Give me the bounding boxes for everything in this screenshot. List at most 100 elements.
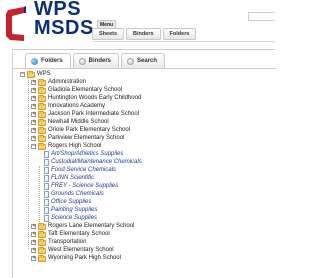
binder-icon <box>44 175 49 182</box>
folder-icon <box>38 86 46 94</box>
tree-folder-label: Gladiola Elementary School <box>48 87 123 93</box>
binder-item[interactable]: Office Supplies <box>44 199 91 206</box>
binders-tab-icon <box>78 57 86 65</box>
tree-folder-label: Taft Elementary School <box>48 231 110 237</box>
header-divider <box>92 41 275 42</box>
folder-icon <box>38 126 46 134</box>
binder-item-label: Custodial/Maintenance Chemicals <box>51 159 142 165</box>
panel-tab-folders[interactable]: Folders <box>25 53 71 69</box>
expand-icon[interactable]: + <box>31 128 36 133</box>
folder-icon <box>38 110 46 118</box>
binder-icon <box>44 207 49 214</box>
header-search-input[interactable] <box>248 12 275 21</box>
tree-folder-label: Newhall Middle School <box>48 119 109 125</box>
tree-root-label: WPS <box>37 71 51 77</box>
tab-binders[interactable]: Binders <box>126 28 161 40</box>
tree-folder[interactable]: + Transportation <box>31 238 87 246</box>
panel-tab-binders[interactable]: Binders <box>72 53 120 69</box>
tree-guide-line-rogers <box>39 166 40 230</box>
collapse-icon[interactable]: − <box>31 144 36 149</box>
tree-folder-label: Transportation <box>48 239 87 245</box>
binder-item-label: FREY - Science Supplies <box>51 183 119 189</box>
expand-icon[interactable]: + <box>31 120 36 125</box>
binder-item[interactable]: Grounds Chemicals <box>44 191 104 198</box>
binder-item[interactable]: Science Supplies <box>44 215 97 222</box>
binder-item[interactable]: Custodial/Maintenance Chemicals <box>44 159 142 166</box>
expand-icon[interactable]: + <box>31 240 36 245</box>
folder-open-icon <box>38 142 46 150</box>
tree-folder-label: Administration <box>48 79 87 85</box>
binder-item[interactable]: FLINN Scientific <box>44 175 94 182</box>
expand-icon[interactable]: + <box>31 232 36 237</box>
binder-item[interactable]: Art/Shop/Athletics Supplies <box>44 151 123 158</box>
binder-item[interactable]: FREY - Science Supplies <box>44 183 118 190</box>
panel-tab-folders-label: Folders <box>41 58 63 64</box>
tree-folder-rogers-high[interactable]: − Rogers High School <box>31 142 102 150</box>
folder-icon <box>38 222 46 230</box>
tree-folder[interactable]: + Oriole Park Elementary School <box>31 126 131 134</box>
panel-tabs-divider <box>13 68 276 69</box>
tree-folder[interactable]: + Parkview Elementary School <box>31 134 125 142</box>
tree-folder[interactable]: + Huntington Woods Early Childhood <box>31 94 142 102</box>
tree-folder-label: Oriole Park Elementary School <box>48 127 131 133</box>
panel-tab-binders-label: Binders <box>88 58 112 64</box>
folder-icon <box>38 78 46 86</box>
binder-icon <box>44 215 49 222</box>
binder-item-label: FLINN Scientific <box>51 175 95 181</box>
expand-icon[interactable]: + <box>31 104 36 109</box>
binder-item-label: Science Supplies <box>51 215 98 221</box>
binder-item-label: Art/Shop/Athletics Supplies <box>51 151 124 157</box>
binder-icon <box>44 167 49 174</box>
binder-icon <box>44 151 49 158</box>
expand-icon[interactable]: + <box>31 112 36 117</box>
tree-folder-label: Huntington Woods Early Childhood <box>48 95 142 101</box>
logo-line-2: MSDS <box>34 17 94 39</box>
binder-item-label: Food Service Chemicals <box>51 167 117 173</box>
folder-icon <box>38 118 46 126</box>
tree-folder[interactable]: + Taft Elementary School <box>31 230 110 238</box>
folder-icon <box>38 238 46 246</box>
expand-icon[interactable]: + <box>31 96 36 101</box>
binder-item-label: Office Supplies <box>51 199 92 205</box>
tree-folder[interactable]: + Administration <box>31 78 87 86</box>
tree-folder-label: Wyoming Park High School <box>48 255 121 261</box>
folder-open-icon <box>27 70 35 78</box>
binder-icon <box>44 199 49 206</box>
tree-folder[interactable]: + Jackson Park Intermediate School <box>31 110 140 118</box>
expand-icon[interactable]: + <box>31 88 36 93</box>
search-tab-icon <box>127 57 135 65</box>
folders-tab-icon <box>31 57 38 65</box>
panel-tab-search-label: Search <box>137 58 158 64</box>
tree-folder-label: Jackson Park Intermediate School <box>48 111 140 117</box>
binder-icon <box>44 191 49 198</box>
folder-icon <box>38 230 46 238</box>
tree-folder[interactable]: + Rogers Lane Elementary School <box>31 222 135 230</box>
tree-folder-label: Parkview Elementary School <box>48 135 125 141</box>
collapse-icon[interactable]: − <box>20 72 25 77</box>
expand-icon[interactable]: + <box>31 136 36 141</box>
panel-tabs: Folders Binders Search <box>25 53 166 69</box>
expand-icon[interactable]: + <box>31 224 36 229</box>
tree-folder[interactable]: + Wyoming Park High School <box>31 254 121 262</box>
tree-folder-label: Rogers Lane Elementary School <box>48 223 135 229</box>
panel-tab-search[interactable]: Search <box>121 53 166 69</box>
binder-item[interactable]: Food Service Chemicals <box>44 167 116 174</box>
binder-item[interactable]: Painting Supplies <box>44 207 97 214</box>
folder-icon <box>38 246 46 254</box>
tree-folder[interactable]: + Innovations Academy <box>31 102 106 110</box>
folder-icon <box>38 102 46 110</box>
binder-item-label: Painting Supplies <box>51 207 98 213</box>
app-logo-text: WPS MSDS <box>34 0 94 38</box>
tree-folder-label: Innovations Academy <box>48 103 106 109</box>
expand-icon[interactable]: + <box>31 256 36 261</box>
tab-sheets[interactable]: Sheets <box>92 28 125 40</box>
top-nav-tabs: Sheets Binders Folders <box>92 28 197 40</box>
tree-folder[interactable]: + Gladiola Elementary School <box>31 86 123 94</box>
tree-root[interactable]: − WPS <box>20 70 51 78</box>
expand-icon[interactable]: + <box>31 80 36 85</box>
tree-folder[interactable]: + West Elementary School <box>31 246 114 254</box>
tab-folders[interactable]: Folders <box>162 28 197 40</box>
tree-folder[interactable]: + Newhall Middle School <box>31 118 109 126</box>
expand-icon[interactable]: + <box>31 248 36 253</box>
tree-folder-label: Rogers High School <box>48 143 102 149</box>
